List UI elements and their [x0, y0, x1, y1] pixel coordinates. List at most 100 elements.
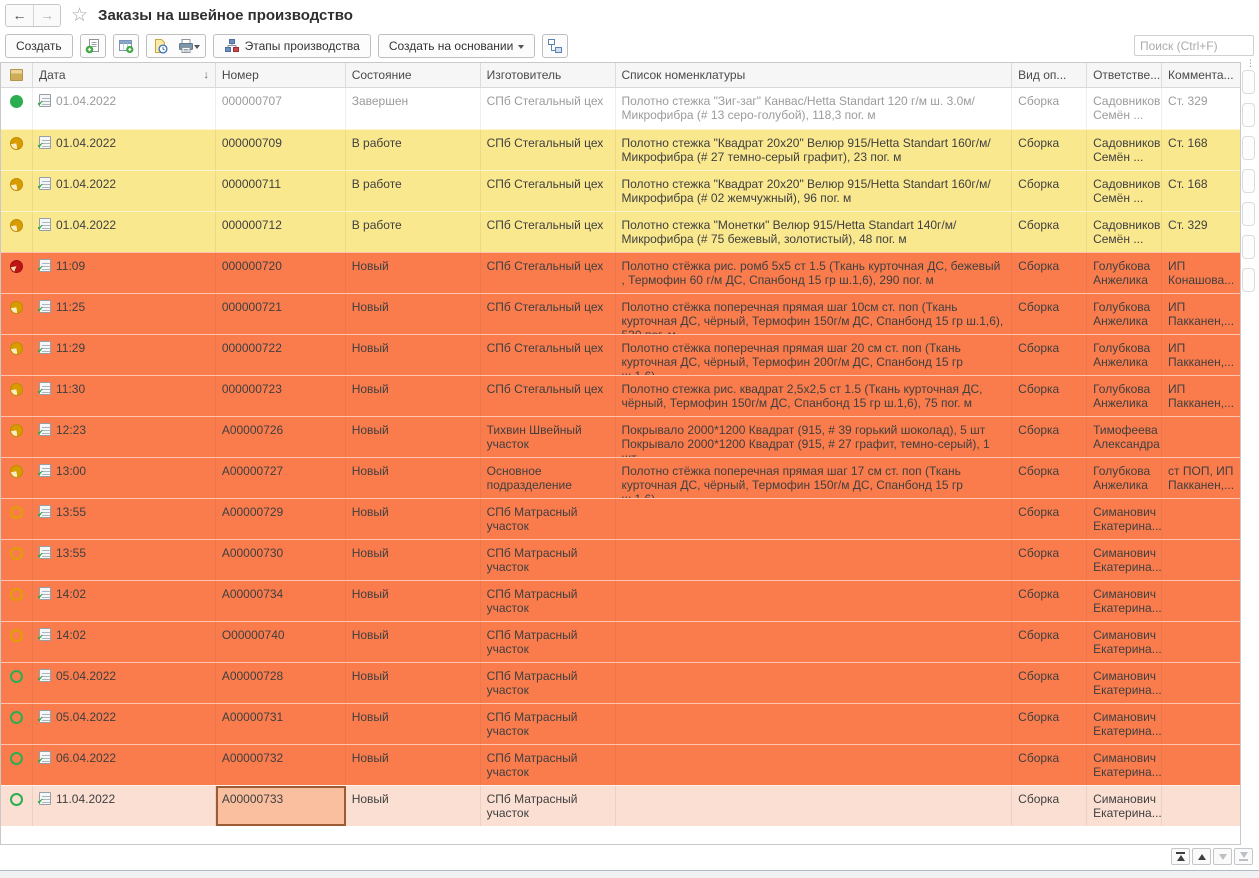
table-row[interactable]: 11.04.2022A00000733НовыйСПб Матрасный уч…	[1, 785, 1240, 826]
cell-number[interactable]: A00000728	[216, 663, 346, 703]
cell-responsible[interactable]: Симанович Екатерина...	[1087, 704, 1162, 744]
cell-status[interactable]	[1, 745, 33, 785]
cell-status[interactable]	[1, 294, 33, 334]
cell-date[interactable]: 14:02	[33, 622, 216, 662]
cell-maker[interactable]: СПб Матрасный участок	[481, 581, 616, 621]
cell-comment[interactable]	[1162, 786, 1240, 826]
search-input[interactable]	[1134, 35, 1254, 56]
cell-responsible[interactable]: Симанович Екатерина...	[1087, 540, 1162, 580]
cell-comment[interactable]	[1162, 663, 1240, 703]
scrollbar-segment[interactable]	[1242, 70, 1255, 94]
cell-operation[interactable]: Сборка	[1012, 745, 1087, 785]
cell-items[interactable]: Покрывало 2000*1200 Квадрат (915, # 39 г…	[616, 417, 1013, 457]
cell-state[interactable]: Новый	[346, 745, 481, 785]
cell-operation[interactable]: Сборка	[1012, 786, 1087, 826]
go-previous-button[interactable]	[1192, 848, 1211, 865]
cell-maker[interactable]: Основное подразделение	[481, 458, 616, 498]
column-menu-icon[interactable]: ⋮	[1246, 58, 1254, 69]
table-row[interactable]: 01.04.2022000000709В работеСПб Стегальны…	[1, 129, 1240, 170]
cell-state[interactable]: В работе	[346, 171, 481, 211]
cell-state[interactable]: В работе	[346, 212, 481, 252]
cell-responsible[interactable]: Симанович Екатерина...	[1087, 622, 1162, 662]
create-based-on-button[interactable]: Создать на основании	[378, 34, 536, 58]
cell-responsible[interactable]: Голубкова Анжелика ...	[1087, 376, 1162, 416]
go-last-button[interactable]	[1234, 848, 1253, 865]
cell-comment[interactable]	[1162, 581, 1240, 621]
cell-maker[interactable]: СПб Матрасный участок	[481, 745, 616, 785]
cell-operation[interactable]: Сборка	[1012, 88, 1087, 129]
print-button[interactable]	[173, 35, 205, 57]
cell-date[interactable]: 11:29	[33, 335, 216, 375]
cell-date[interactable]: 14:02	[33, 581, 216, 621]
cell-operation[interactable]: Сборка	[1012, 581, 1087, 621]
cell-number[interactable]: A00000729	[216, 499, 346, 539]
cell-number[interactable]: A00000734	[216, 581, 346, 621]
hierarchy-button[interactable]	[542, 34, 568, 58]
cell-items[interactable]	[616, 786, 1013, 826]
cell-status[interactable]	[1, 88, 33, 129]
cell-items[interactable]	[616, 622, 1013, 662]
cell-maker[interactable]: СПб Матрасный участок	[481, 540, 616, 580]
cell-comment[interactable]: Ст. 329	[1162, 212, 1240, 252]
cell-responsible[interactable]: Голубкова Анжелика ...	[1087, 458, 1162, 498]
cell-number[interactable]: A00000726	[216, 417, 346, 457]
cell-operation[interactable]: Сборка	[1012, 253, 1087, 293]
cell-operation[interactable]: Сборка	[1012, 335, 1087, 375]
cell-state[interactable]: Новый	[346, 417, 481, 457]
cell-items[interactable]	[616, 704, 1013, 744]
cell-maker[interactable]: СПб Стегальный цех	[481, 294, 616, 334]
go-first-button[interactable]	[1171, 848, 1190, 865]
cell-state[interactable]: Новый	[346, 376, 481, 416]
cell-date[interactable]: 05.04.2022	[33, 704, 216, 744]
table-row[interactable]: 12:23A00000726НовыйТихвин Швейный участо…	[1, 416, 1240, 457]
column-header-operation[interactable]: Вид оп...	[1012, 63, 1087, 87]
cell-items[interactable]	[616, 581, 1013, 621]
cell-maker[interactable]: СПб Стегальный цех	[481, 88, 616, 129]
cell-status[interactable]	[1, 704, 33, 744]
table-row[interactable]: 11:29000000722НовыйСПб Стегальный цехПол…	[1, 334, 1240, 375]
cell-operation[interactable]: Сборка	[1012, 130, 1087, 170]
scrollbar-segment[interactable]	[1242, 169, 1255, 193]
cell-comment[interactable]	[1162, 704, 1240, 744]
document-clock-button[interactable]	[147, 35, 173, 57]
cell-date[interactable]: 11:25	[33, 294, 216, 334]
cell-operation[interactable]: Сборка	[1012, 376, 1087, 416]
cell-date[interactable]: 05.04.2022	[33, 663, 216, 703]
cell-responsible[interactable]: Голубкова Анжелика ...	[1087, 335, 1162, 375]
cell-responsible[interactable]: Садовников Семён ...	[1087, 130, 1162, 170]
cell-items[interactable]	[616, 745, 1013, 785]
forward-button[interactable]: →	[33, 5, 60, 26]
cell-responsible[interactable]: Симанович Екатерина...	[1087, 581, 1162, 621]
cell-state[interactable]: Новый	[346, 294, 481, 334]
cell-status[interactable]	[1, 376, 33, 416]
cell-date[interactable]: 01.04.2022	[33, 212, 216, 252]
cell-date[interactable]: 11:09	[33, 253, 216, 293]
cell-comment[interactable]: ИП Пакканен,...	[1162, 335, 1240, 375]
cell-responsible[interactable]: Симанович Екатерина...	[1087, 499, 1162, 539]
cell-status[interactable]	[1, 212, 33, 252]
cell-date[interactable]: 12:23	[33, 417, 216, 457]
cell-items[interactable]: Полотно стёжка поперечная прямая шаг 20 …	[616, 335, 1013, 375]
table-row[interactable]: 06.04.2022A00000732НовыйСПб Матрасный уч…	[1, 744, 1240, 785]
cell-state[interactable]: Новый	[346, 499, 481, 539]
cell-items[interactable]: Полотно стежка "Зиг-заг" Канвас/Hetta St…	[616, 88, 1013, 129]
table-row[interactable]: 01.04.2022000000711В работеСПб Стегальны…	[1, 170, 1240, 211]
cell-state[interactable]: Новый	[346, 458, 481, 498]
cell-operation[interactable]: Сборка	[1012, 704, 1087, 744]
column-header-comment[interactable]: Коммента...	[1162, 63, 1240, 87]
scrollbar-segment[interactable]	[1242, 268, 1255, 292]
cell-operation[interactable]: Сборка	[1012, 663, 1087, 703]
cell-operation[interactable]: Сборка	[1012, 458, 1087, 498]
cell-comment[interactable]: Ст. 329	[1162, 88, 1240, 129]
scrollbar-segment[interactable]	[1242, 235, 1255, 259]
table-row[interactable]: 01.04.2022000000712В работеСПб Стегальны…	[1, 211, 1240, 252]
cell-operation[interactable]: Сборка	[1012, 499, 1087, 539]
favorite-star-icon[interactable]: ☆	[71, 6, 88, 25]
cell-responsible[interactable]: Симанович Екатерина...	[1087, 786, 1162, 826]
cell-responsible[interactable]: Голубкова Анжелика ...	[1087, 294, 1162, 334]
cell-date[interactable]: 11.04.2022	[33, 786, 216, 826]
cell-state[interactable]: Новый	[346, 540, 481, 580]
scrollbar-segment[interactable]	[1242, 103, 1255, 127]
cell-maker[interactable]: Тихвин Швейный участок	[481, 417, 616, 457]
table-row[interactable]: 11:25000000721НовыйСПб Стегальный цехПол…	[1, 293, 1240, 334]
